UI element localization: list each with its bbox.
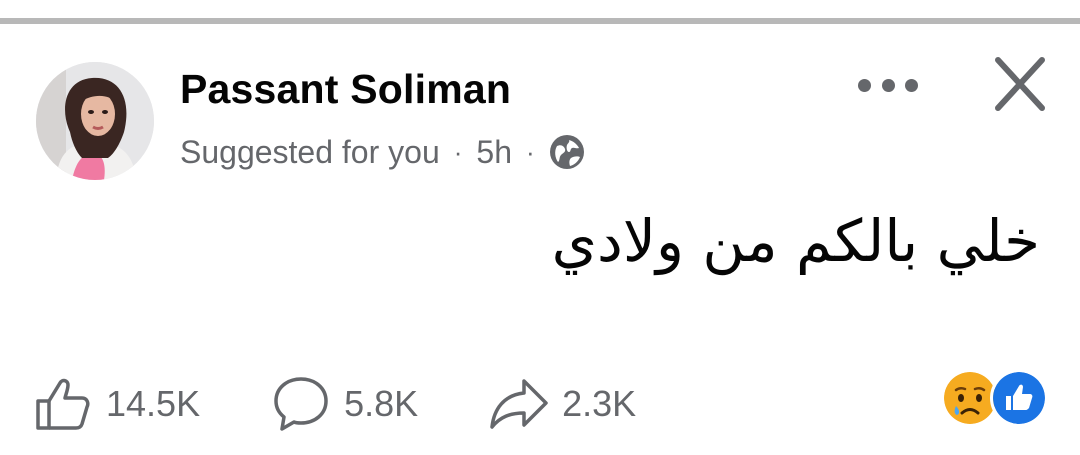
- globe-icon[interactable]: [549, 134, 585, 170]
- profile-photo: [36, 62, 154, 180]
- top-divider: [0, 18, 1080, 24]
- sad-reaction-icon: [944, 372, 996, 424]
- meta-separator: ·: [526, 136, 535, 167]
- like-button[interactable]: 14.5K: [32, 373, 200, 435]
- more-dot: [905, 78, 918, 92]
- meta-separator: ·: [453, 136, 463, 167]
- more-dot: [881, 78, 895, 92]
- close-icon[interactable]: [988, 54, 1052, 114]
- share-icon: [490, 379, 548, 429]
- post-text: خلي بالكم من ولادي: [551, 207, 1040, 275]
- share-button[interactable]: 2.3K: [488, 373, 636, 435]
- avatar[interactable]: [36, 62, 154, 180]
- reaction-summary[interactable]: [944, 369, 1048, 428]
- comment-icon: [274, 377, 328, 431]
- like-reaction-icon: [990, 369, 1048, 427]
- like-count: 14.5K: [106, 383, 201, 424]
- suggested-label: Suggested for you: [180, 133, 440, 170]
- post-timestamp[interactable]: 5h: [476, 134, 512, 171]
- post-actions: 14.5K 5.8K 2.3K: [32, 364, 706, 444]
- thumbs-up-icon: [36, 378, 90, 430]
- more-options-button[interactable]: [858, 68, 918, 102]
- comment-button[interactable]: 5.8K: [270, 373, 418, 435]
- more-horizontal-icon: [858, 78, 871, 92]
- post-meta: Suggested for you · 5h ·: [180, 132, 585, 172]
- post-author-name[interactable]: Passant Soliman: [180, 66, 511, 113]
- comment-count: 5.8K: [344, 383, 419, 424]
- share-count: 2.3K: [562, 383, 637, 424]
